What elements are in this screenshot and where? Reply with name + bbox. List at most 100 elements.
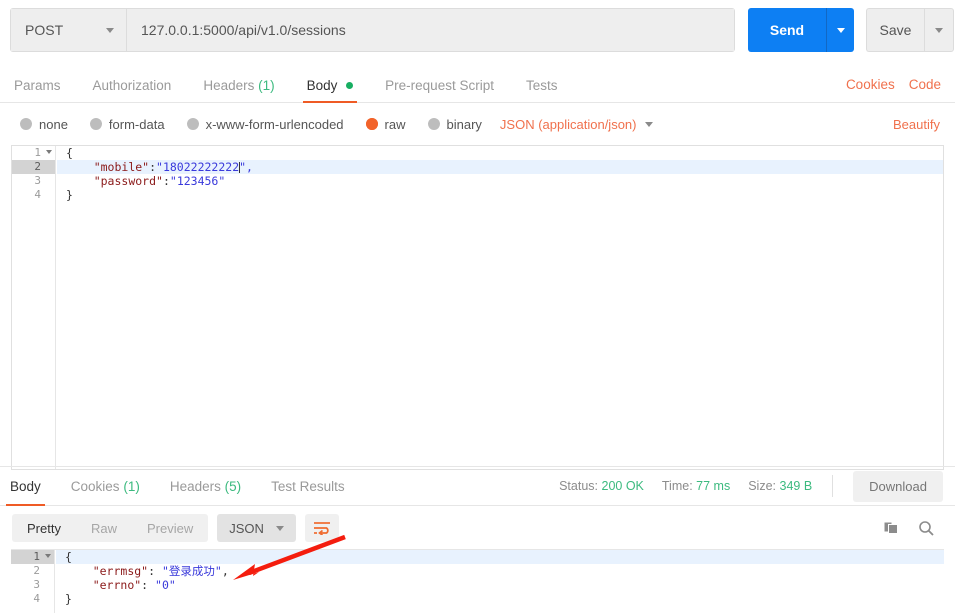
tab-tests[interactable]: Tests: [526, 78, 558, 102]
save-button[interactable]: Save: [866, 8, 924, 52]
fold-arrow-icon[interactable]: [45, 554, 51, 558]
save-options-button[interactable]: [924, 8, 954, 52]
format-label: JSON: [229, 520, 264, 536]
response-editor-content[interactable]: { "errmsg": "登录成功", "errno": "0" }: [56, 550, 944, 613]
beautify-button[interactable]: Beautify: [893, 117, 940, 132]
word-wrap-button[interactable]: [304, 514, 339, 542]
line-number: 4: [34, 188, 41, 201]
chevron-down-icon: [106, 27, 114, 33]
copy-icon[interactable]: [884, 520, 900, 536]
response-tab-test-results[interactable]: Test Results: [271, 467, 345, 505]
postman-window: POST Send Save Params Authorization Head…: [0, 0, 955, 613]
view-mode-preview[interactable]: Preview: [132, 514, 208, 542]
chevron-down-icon: [836, 27, 845, 33]
status-value: 200 OK: [601, 479, 644, 493]
search-icon[interactable]: [918, 520, 935, 537]
size-value: 349 B: [779, 479, 813, 493]
code-link[interactable]: Code: [909, 77, 941, 92]
body-type-binary[interactable]: binary: [427, 116, 482, 132]
code-line: "errmsg": "登录成功",: [92, 564, 229, 578]
tab-headers[interactable]: Headers (1): [203, 78, 274, 102]
tab-body[interactable]: Body: [302, 78, 357, 103]
response-view-mode-group: Pretty Raw Preview: [12, 514, 209, 542]
code-line: "mobile":"18022222222",: [57, 160, 943, 174]
tab-count: (5): [224, 479, 242, 494]
radio-selected-icon: [365, 118, 378, 130]
tab-count: (1): [258, 78, 275, 93]
content-type-label: JSON (application/json): [499, 116, 637, 132]
send-button[interactable]: Send: [748, 8, 826, 52]
tab-label: Headers: [169, 479, 221, 494]
body-type-label: raw: [384, 116, 406, 132]
body-type-raw[interactable]: raw: [365, 116, 406, 132]
view-mode-pretty[interactable]: Pretty: [12, 514, 76, 542]
time-value: 77 ms: [696, 479, 731, 493]
divider: [832, 475, 834, 497]
request-body-editor[interactable]: 1 2 3 4 { "mobile":"18022222222", "passw…: [11, 145, 944, 470]
code-line: "password":"123456": [93, 174, 226, 188]
body-type-form-data[interactable]: form-data: [89, 116, 165, 132]
content-type-select[interactable]: JSON (application/json): [500, 117, 654, 132]
response-tab-headers[interactable]: Headers (5): [170, 467, 241, 505]
code-line: }: [65, 592, 72, 606]
tab-label: Cookies: [70, 479, 120, 494]
radio-icon: [89, 118, 102, 130]
request-editor-gutter: 1 2 3 4: [12, 146, 56, 469]
line-number: 3: [34, 174, 41, 187]
body-type-label: x-www-form-urlencoded: [205, 116, 344, 132]
body-modified-dot-icon: [346, 82, 354, 89]
response-toolbar: Pretty Raw Preview JSON: [0, 508, 955, 548]
line-number: 4: [33, 592, 40, 605]
word-wrap-icon: [313, 522, 330, 535]
size-badge: Size: 349 B: [748, 479, 813, 493]
view-mode-raw[interactable]: Raw: [76, 514, 132, 542]
tab-label: Tests: [525, 78, 558, 93]
response-tab-cookies[interactable]: Cookies (1): [71, 467, 140, 505]
radio-icon: [427, 118, 440, 130]
body-type-none[interactable]: none: [20, 117, 68, 132]
response-body-editor[interactable]: 1 2 3 4 { "errmsg": "登录成功", "errno": "0"…: [11, 549, 944, 613]
response-editor-gutter: 1 2 3 4: [11, 550, 55, 613]
chevron-down-icon: [935, 27, 943, 33]
tab-label: Test Results: [271, 479, 345, 494]
tab-params[interactable]: Params: [14, 78, 61, 102]
body-type-label: binary: [446, 116, 482, 132]
body-type-row: none form-data x-www-form-urlencoded raw…: [0, 106, 955, 142]
request-tabs-links: Cookies Code: [846, 77, 955, 102]
tab-label: Params: [14, 78, 61, 93]
response-format-select[interactable]: JSON: [217, 514, 296, 542]
tab-count: (1): [123, 479, 140, 494]
tab-pre-request-script[interactable]: Pre-request Script: [385, 78, 494, 102]
request-tabs: Params Authorization Headers (1) Body Pr…: [0, 65, 955, 103]
response-tab-body[interactable]: Body: [6, 467, 45, 506]
tab-authorization[interactable]: Authorization: [93, 78, 172, 102]
download-button[interactable]: Download: [853, 470, 943, 502]
fold-arrow-icon[interactable]: [46, 150, 52, 154]
tab-label: Authorization: [92, 78, 172, 93]
radio-icon: [20, 118, 32, 130]
send-options-button[interactable]: [826, 8, 854, 52]
request-url-bar: POST: [10, 8, 735, 52]
line-number: 1: [12, 146, 55, 160]
request-editor-content[interactable]: { "mobile":"18022222222", "password":"12…: [57, 146, 943, 469]
send-button-group: Send: [748, 8, 854, 52]
code-line: }: [66, 188, 73, 202]
response-tool-icons: [884, 520, 955, 537]
tab-label: Pre-request Script: [385, 78, 494, 93]
body-type-urlencoded[interactable]: x-www-form-urlencoded: [186, 116, 344, 132]
line-number: 2: [33, 564, 40, 577]
chevron-down-icon: [645, 121, 654, 127]
body-type-label: form-data: [108, 116, 165, 132]
response-meta: Status: 200 OK Time: 77 ms Size: 349 B D…: [559, 470, 955, 502]
code-line: "errno": "0": [92, 578, 176, 592]
request-url-input[interactable]: [127, 9, 734, 51]
line-number: 1: [11, 550, 54, 564]
cookies-link[interactable]: Cookies: [846, 77, 895, 92]
http-method-select[interactable]: POST: [11, 9, 127, 51]
response-header-bar: Body Cookies (1) Headers (5) Test Result…: [0, 466, 955, 506]
tab-label: Headers: [203, 78, 255, 93]
chevron-down-icon: [275, 525, 284, 531]
save-button-group: Save: [866, 8, 954, 52]
code-line: {: [66, 146, 73, 160]
tab-label: Body: [306, 78, 338, 93]
